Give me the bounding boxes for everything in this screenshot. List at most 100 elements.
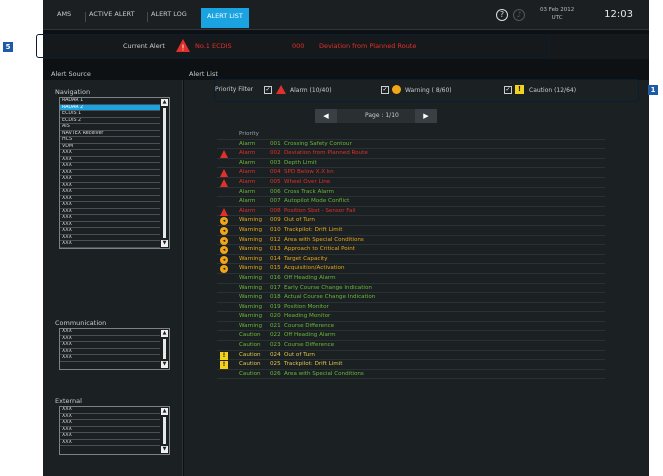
callout-frame-current-alert bbox=[36, 34, 550, 58]
scroll-down-arrow-icon[interactable]: ▼ bbox=[161, 240, 168, 247]
alert-code: 013 bbox=[270, 246, 281, 253]
alert-row[interactable]: Alarm 004 SPD Below X.X kn bbox=[217, 168, 605, 178]
source-list-item[interactable]: XXX bbox=[60, 355, 160, 362]
caution-square-icon: ! bbox=[220, 351, 228, 360]
alert-row[interactable]: Warning 020 Heading Monitor bbox=[217, 312, 605, 322]
alert-code: 007 bbox=[270, 198, 281, 205]
alert-row[interactable]: Caution 022 Off Heading Alarm bbox=[217, 331, 605, 342]
source-list-item[interactable]: XXX bbox=[60, 241, 160, 248]
alert-code: 003 bbox=[270, 159, 281, 166]
next-page-button[interactable]: ▶ bbox=[415, 109, 437, 123]
alert-row[interactable]: Caution 023 Course Difference bbox=[217, 341, 605, 351]
date-value: 03 Feb 2012 bbox=[540, 7, 575, 13]
alert-priority: Warning bbox=[239, 274, 262, 281]
alert-code: 026 bbox=[270, 370, 281, 377]
alert-row[interactable]: ◂ Warning 010 Trackpilot: Drift Limit bbox=[217, 226, 605, 236]
list-scrollbar[interactable]: ▲ ▼ bbox=[161, 407, 168, 454]
warning-circle-icon: ◂ bbox=[220, 236, 228, 245]
alert-row[interactable]: Alarm 002 Deviation from Planned Route bbox=[217, 149, 605, 159]
alert-description: Off Heading Alarm bbox=[284, 332, 336, 339]
alert-description: Off Heading Alarm bbox=[284, 274, 336, 281]
scroll-track[interactable] bbox=[163, 417, 166, 444]
alert-priority: Warning bbox=[239, 294, 262, 301]
callout-number-5: 5 bbox=[3, 42, 13, 52]
alert-description: Heading Monitor bbox=[284, 313, 331, 320]
alert-description: Deviation from Planned Route bbox=[284, 150, 368, 157]
alert-priority: Caution bbox=[239, 332, 261, 339]
alert-row[interactable]: ◂ Warning 012 Area with Special Conditions bbox=[217, 236, 605, 246]
alert-description: Position Monitor bbox=[284, 303, 329, 310]
alert-code: 019 bbox=[270, 303, 281, 310]
scroll-up-arrow-icon[interactable]: ▲ bbox=[161, 99, 168, 106]
scroll-track[interactable] bbox=[163, 108, 166, 238]
scroll-up-arrow-icon[interactable]: ▲ bbox=[161, 408, 168, 415]
scroll-down-arrow-icon[interactable]: ▼ bbox=[161, 446, 168, 453]
alert-code: 006 bbox=[270, 188, 281, 195]
alert-description: Acquisition/Activation bbox=[284, 265, 345, 272]
alert-row[interactable]: Alarm 006 Cross Track Alarm bbox=[217, 188, 605, 198]
help-icon[interactable]: ? bbox=[496, 9, 508, 21]
warning-circle-icon: ◂ bbox=[220, 246, 228, 255]
alert-priority: Warning bbox=[239, 322, 262, 329]
callout-frame-priority-filter bbox=[214, 79, 639, 102]
communication-source-list[interactable]: XXX XXX XXX XXX XXX ▲ ▼ bbox=[59, 328, 170, 370]
alert-row[interactable]: ◂ Warning 009 Out of Turn bbox=[217, 216, 605, 226]
tab-ams[interactable]: AMS bbox=[57, 10, 71, 18]
alert-code: 002 bbox=[270, 150, 281, 157]
alert-description: Cross Track Alarm bbox=[284, 188, 334, 195]
alert-row[interactable]: Warning 017 Early Course Change Indication bbox=[217, 284, 605, 294]
navigation-group-label: Navigation bbox=[55, 88, 91, 96]
alarm-triangle-icon bbox=[220, 207, 228, 216]
alert-priority: Alarm bbox=[239, 150, 256, 157]
alert-row[interactable]: Alarm 007 Autopilot Mode Conflict bbox=[217, 197, 605, 207]
alert-row[interactable]: ◂ Warning 014 Target Capacity bbox=[217, 255, 605, 265]
alert-priority: Alarm bbox=[239, 198, 256, 205]
alert-row[interactable]: ◂ Warning 015 Acquisition/Activation bbox=[217, 264, 605, 274]
alert-priority: Warning bbox=[239, 217, 262, 224]
alert-row[interactable]: Alarm 001 Crossing Safety Contour bbox=[217, 140, 605, 150]
external-group-label: External bbox=[55, 397, 82, 405]
previous-page-button[interactable]: ◀ bbox=[315, 109, 337, 123]
alert-priority: Warning bbox=[239, 255, 262, 262]
scroll-track[interactable] bbox=[163, 339, 166, 359]
alert-priority: Warning bbox=[239, 246, 262, 253]
alert-description: Early Course Change Indication bbox=[284, 284, 372, 291]
alert-row[interactable]: Caution 026 Area with Special Conditions bbox=[217, 370, 605, 380]
alert-row[interactable]: Warning 018 Actual Course Change Indicatio… bbox=[217, 293, 605, 303]
sound-icon[interactable]: ♪ bbox=[513, 9, 525, 21]
navigation-source-list[interactable]: RADAR 1 RADAR 2 ECDIS 1 ECDIS 2 AIS NAVTEX Re… bbox=[59, 97, 170, 249]
alert-code: 004 bbox=[270, 169, 281, 176]
tab-alert-list[interactable]: ALERT LIST bbox=[201, 8, 249, 28]
alert-priority: Warning bbox=[239, 226, 262, 233]
communication-group-label: Communication bbox=[55, 319, 107, 327]
alert-row[interactable]: ! Caution 024 Out of Turn bbox=[217, 351, 605, 361]
alert-row[interactable]: Warning 019 Position Monitor bbox=[217, 303, 605, 313]
alert-description: Wheel Over Line bbox=[284, 178, 331, 185]
warning-circle-icon: ◂ bbox=[220, 255, 228, 264]
alert-priority: Warning bbox=[239, 265, 262, 272]
alert-code: 009 bbox=[270, 217, 281, 224]
external-source-list[interactable]: XXX XXX XXX XXX XXX XXX ▲ ▼ bbox=[59, 406, 170, 455]
alert-row[interactable]: ! Caution 025 Trackpilot: Drift Limit bbox=[217, 360, 605, 370]
alert-row[interactable]: Alarm 008 Position Sbst - Sensor Fail bbox=[217, 207, 605, 217]
alert-row[interactable]: Warning 016 Off Heading Alarm bbox=[217, 274, 605, 284]
alert-row[interactable]: ◂ Warning 013 Approach to Critical Point bbox=[217, 245, 605, 255]
list-scrollbar[interactable]: ▲ ▼ bbox=[161, 329, 168, 369]
alert-row[interactable]: Alarm 005 Wheel Over Line bbox=[217, 178, 605, 188]
list-scrollbar[interactable]: ▲ ▼ bbox=[161, 98, 168, 248]
tab-alert-log[interactable]: ALERT LOG bbox=[151, 10, 187, 18]
alert-table: Priority Alarm 001 Crossing Safety Contour… bbox=[217, 130, 605, 380]
alert-row[interactable]: Warning 021 Course Difference bbox=[217, 322, 605, 332]
alert-priority: Caution bbox=[239, 342, 261, 349]
alert-description: Out of Turn bbox=[284, 217, 315, 224]
source-list-item[interactable]: XXX bbox=[60, 440, 160, 446]
tab-active-alert[interactable]: ACTIVE ALERT bbox=[89, 10, 135, 18]
alert-row[interactable]: Alarm 003 Depth Limit bbox=[217, 159, 605, 169]
alert-code: 005 bbox=[270, 178, 281, 185]
alert-description: Course Difference bbox=[284, 322, 335, 329]
scroll-down-arrow-icon[interactable]: ▼ bbox=[161, 361, 168, 368]
alert-code: 001 bbox=[270, 140, 281, 147]
alert-code: 012 bbox=[270, 236, 281, 243]
scroll-up-arrow-icon[interactable]: ▲ bbox=[161, 330, 168, 337]
alert-description: Crossing Safety Contour bbox=[284, 140, 352, 147]
